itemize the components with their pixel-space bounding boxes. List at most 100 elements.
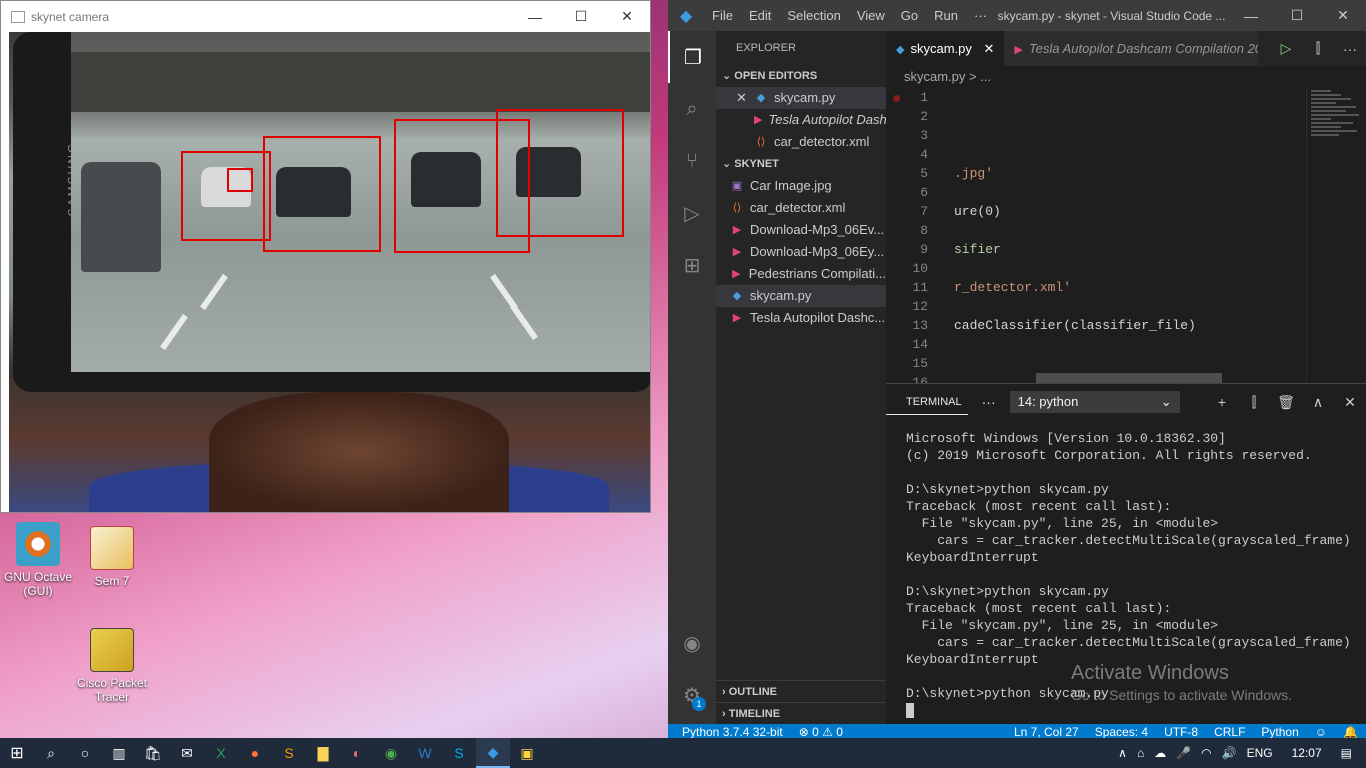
desktop-icon-cisco[interactable]: Cisco Packet Tracer: [74, 628, 150, 704]
camera-window[interactable]: skynet camera — ☐ ✕ SAMSUNG: [0, 0, 651, 513]
search-icon[interactable]: ⌕: [34, 738, 68, 768]
menu-more[interactable]: ···: [966, 8, 995, 23]
chrome-icon[interactable]: ◉: [374, 738, 408, 768]
horizontal-scrollbar[interactable]: [1036, 373, 1222, 383]
maximize-panel-icon[interactable]: ∧: [1302, 394, 1334, 411]
menu-run[interactable]: Run: [926, 8, 966, 23]
terminal-panel[interactable]: TERMINAL ··· 14: python ⌄ + ⫿ 🗑 ∧ ✕ Micro…: [886, 383, 1366, 724]
desktop-icon-octave[interactable]: GNU Octave (GUI): [0, 522, 76, 598]
cursor-position[interactable]: Ln 7, Col 27: [1006, 725, 1087, 739]
python-interpreter[interactable]: Python 3.7.4 32-bit: [674, 725, 791, 739]
vscode-window[interactable]: ◆ File Edit Selection View Go Run ··· sk…: [668, 0, 1366, 740]
language-mode[interactable]: Python: [1253, 725, 1306, 739]
sublime-icon[interactable]: S: [272, 738, 306, 768]
tab-skycam[interactable]: ◆ skycam.py ✕: [886, 31, 1005, 66]
network-icon[interactable]: ⌂: [1132, 746, 1149, 760]
camera-title-bar[interactable]: skynet camera — ☐ ✕: [1, 1, 650, 32]
file-item[interactable]: ⟨⟩ car_detector.xml: [716, 197, 886, 219]
run-icon[interactable]: ▷: [1270, 40, 1302, 57]
minimap[interactable]: [1306, 88, 1366, 383]
editor-area[interactable]: ◆ skycam.py ✕ ▶ Tesla Autopilot Dashcam Co…: [886, 31, 1366, 383]
file-explorer-icon[interactable]: ▇: [306, 738, 340, 768]
close-icon[interactable]: ✕: [984, 41, 995, 56]
firefox-icon[interactable]: ●: [238, 738, 272, 768]
split-editor-icon[interactable]: ⫿: [1302, 40, 1334, 57]
close-button[interactable]: ✕: [1320, 7, 1366, 24]
skype-icon[interactable]: S: [442, 738, 476, 768]
excel-icon[interactable]: X: [204, 738, 238, 768]
feedback-icon[interactable]: ☺: [1307, 725, 1335, 739]
store-icon[interactable]: 🛍: [136, 738, 170, 768]
python-idle-icon[interactable]: ▣: [510, 738, 544, 768]
split-terminal-icon[interactable]: ⫿: [1238, 394, 1270, 411]
minimize-button[interactable]: —: [512, 9, 558, 25]
notifications-icon[interactable]: ▤: [1336, 746, 1366, 760]
menu-selection[interactable]: Selection: [779, 8, 848, 23]
code-view[interactable]: 1 2 3 4 5 .jpg' 6 7 ure(0) 8 9 sifier 10 11…: [886, 88, 1306, 383]
cisco-packet-tracer-icon: [90, 628, 134, 672]
more-actions-icon[interactable]: ···: [1334, 41, 1366, 57]
close-icon[interactable]: ✕: [736, 87, 750, 109]
encoding[interactable]: UTF-8: [1156, 725, 1206, 739]
clock[interactable]: 12:07: [1278, 746, 1336, 760]
new-terminal-icon[interactable]: +: [1206, 394, 1238, 411]
search-icon[interactable]: ⌕: [668, 83, 716, 135]
terminal-select[interactable]: 14: python ⌄: [1009, 391, 1180, 413]
panel-more-icon[interactable]: ···: [968, 394, 1010, 410]
file-item[interactable]: ▶ Download-Mp3_06Ey...: [716, 241, 886, 263]
indentation[interactable]: Spaces: 4: [1087, 725, 1156, 739]
close-button[interactable]: ✕: [604, 8, 650, 25]
bell-icon[interactable]: 🔔: [1335, 725, 1366, 739]
file-item[interactable]: ▣ Car Image.jpg: [716, 175, 886, 197]
word-icon[interactable]: W: [408, 738, 442, 768]
run-debug-icon[interactable]: ▷: [668, 187, 716, 239]
file-item[interactable]: ▶ Download-Mp3_06Ev...: [716, 219, 886, 241]
timeline-section[interactable]: › TIMELINE: [716, 702, 886, 724]
breadcrumb[interactable]: skycam.py > ...: [886, 66, 1366, 88]
wifi-icon[interactable]: ◠: [1196, 746, 1216, 760]
maximize-button[interactable]: ☐: [1274, 7, 1320, 24]
problems-count[interactable]: ⊗ 0 ⚠ 0: [791, 725, 851, 739]
files-icon[interactable]: ❐: [668, 31, 716, 83]
menu-file[interactable]: File: [704, 8, 741, 23]
file-item[interactable]: ▶ Tesla Autopilot Dashc...: [716, 307, 886, 329]
paint-icon[interactable]: ◐: [340, 738, 374, 768]
octave-icon: [16, 522, 60, 566]
menu-edit[interactable]: Edit: [741, 8, 779, 23]
tray-chevron-icon[interactable]: ∧: [1113, 746, 1132, 760]
folder-section[interactable]: ⌄ SKYNET: [716, 153, 886, 175]
trash-icon[interactable]: 🗑: [1270, 394, 1302, 411]
open-editor-item[interactable]: ▶ Tesla Autopilot Dash...: [716, 109, 886, 131]
end-of-line[interactable]: CRLF: [1206, 725, 1253, 739]
detection-box: [263, 136, 381, 252]
open-editor-item[interactable]: ⟨⟩ car_detector.xml: [716, 131, 886, 153]
tab-terminal[interactable]: TERMINAL: [886, 390, 968, 415]
close-panel-icon[interactable]: ✕: [1334, 394, 1366, 411]
file-item[interactable]: ◆ skycam.py: [716, 285, 886, 307]
desktop-icon-sem7[interactable]: Sem 7: [74, 526, 150, 588]
lane-marking: [510, 303, 538, 341]
vscode-taskbar-icon[interactable]: ◆: [476, 738, 510, 768]
open-editors-section[interactable]: ⌄ OPEN EDITORS: [716, 65, 886, 87]
volume-icon[interactable]: 🔊: [1217, 746, 1242, 760]
tab-tesla-video[interactable]: ▶ Tesla Autopilot Dashcam Compilation 20: [1004, 31, 1259, 66]
account-icon[interactable]: ◉: [668, 617, 716, 669]
extensions-icon[interactable]: ⊞: [668, 239, 716, 291]
cortana-icon[interactable]: ○: [68, 738, 102, 768]
file-item[interactable]: ▶ Pedestrians Compilati...: [716, 263, 886, 285]
open-editor-item[interactable]: ✕ ◆ skycam.py: [716, 87, 886, 109]
menu-go[interactable]: Go: [893, 8, 926, 23]
source-control-icon[interactable]: ⑂: [668, 135, 716, 187]
minimize-button[interactable]: —: [1228, 8, 1274, 24]
menu-view[interactable]: View: [849, 8, 893, 23]
onedrive-icon[interactable]: ☁: [1149, 746, 1171, 760]
task-view-icon[interactable]: ▥: [102, 738, 136, 768]
maximize-button[interactable]: ☐: [558, 8, 604, 25]
microphone-icon[interactable]: 🎤: [1171, 746, 1196, 760]
vscode-title-bar[interactable]: ◆ File Edit Selection View Go Run ··· sk…: [668, 0, 1366, 31]
language-indicator[interactable]: ENG: [1242, 746, 1278, 760]
mail-icon[interactable]: ✉: [170, 738, 204, 768]
outline-section[interactable]: › OUTLINE: [716, 680, 886, 702]
manage-gear-icon[interactable]: ⚙ 1: [668, 669, 716, 721]
start-button[interactable]: ⊞: [0, 738, 34, 768]
